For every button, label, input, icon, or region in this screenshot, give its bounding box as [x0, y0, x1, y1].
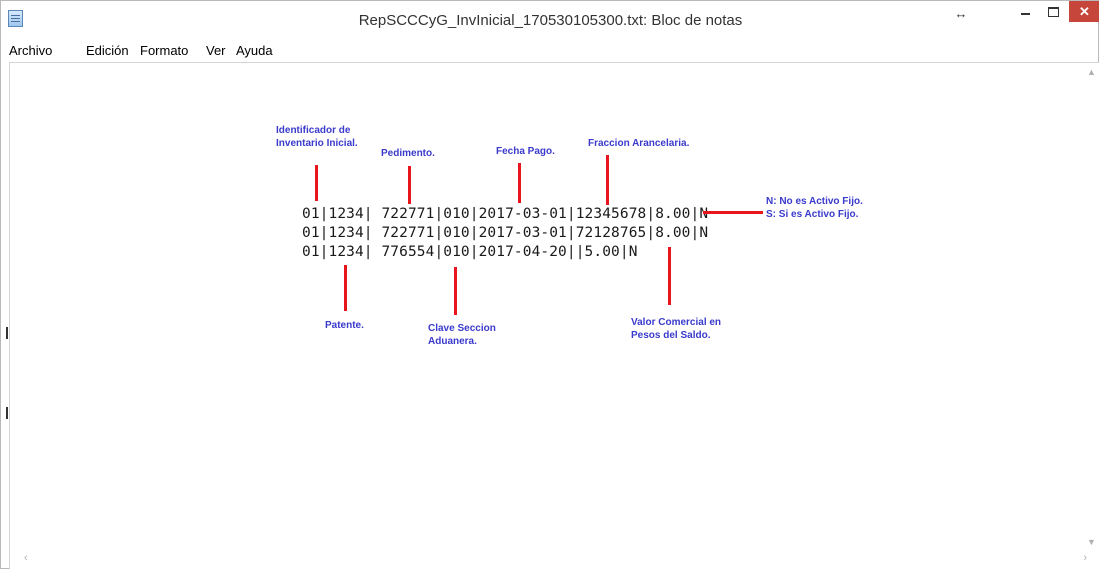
annotation-identificador: Identificador de Inventario Inicial. [276, 124, 358, 150]
annotation-pointer [606, 155, 609, 205]
document-line[interactable]: 01|1234| 722771|010|2017-03-01|12345678|… [302, 206, 708, 222]
annotation-pedimento: Pedimento. [381, 148, 435, 159]
annotation-text: Valor Comercial en [631, 317, 722, 328]
annotation-pointer [408, 166, 411, 204]
annotation-pointer [668, 247, 671, 305]
left-edge-marker [6, 407, 8, 419]
annotation-fraccion: Fraccion Arancelaria. [588, 138, 690, 149]
annotation-clave: Clave Seccion Aduanera. [428, 322, 496, 348]
chevron-left-icon[interactable]: ‹ [24, 552, 28, 564]
annotation-text: N: No es Activo Fijo. [766, 196, 863, 207]
annotation-text: Pesos del Saldo. [631, 330, 711, 341]
title-bar[interactable]: RepSCCCyG_InvInicial_170530105300.txt: B… [1, 1, 1099, 41]
menu-edicion[interactable]: Edición [86, 43, 129, 58]
annotation-pointer [315, 165, 318, 201]
horizontal-scrollbar[interactable]: ‹ › [10, 549, 1099, 569]
annotation-pointer [454, 267, 457, 315]
annotation-activo: N: No es Activo Fijo. S: Si es Activo Fi… [766, 195, 863, 221]
annotation-pointer [344, 265, 347, 311]
chevron-up-icon[interactable]: ▲ [1087, 67, 1096, 77]
document-line[interactable]: 01|1234| 776554|010|2017-04-20||5.00|N [302, 244, 638, 260]
chevron-down-icon[interactable]: ▼ [1087, 537, 1096, 547]
annotation-text: Clave Seccion [428, 323, 496, 334]
document-line[interactable]: 01|1234| 722771|010|2017-03-01|72128765|… [302, 225, 708, 241]
annotation-patente: Patente. [325, 320, 364, 331]
annotation-valor: Valor Comercial en Pesos del Saldo. [631, 316, 721, 342]
annotation-fecha: Fecha Pago. [496, 146, 555, 157]
maximize-icon [1047, 7, 1059, 17]
vertical-scrollbar[interactable]: ▲ ▼ [1083, 63, 1099, 549]
minimize-button[interactable] [1012, 1, 1038, 23]
chevron-right-icon[interactable]: › [1083, 552, 1087, 564]
annotation-text: Aduanera. [428, 336, 477, 347]
annotation-text: Inventario Inicial. [276, 138, 358, 149]
menu-formato[interactable]: Formato [140, 43, 188, 58]
notepad-window: RepSCCCyG_InvInicial_170530105300.txt: B… [0, 0, 1099, 569]
window-title: RepSCCCyG_InvInicial_170530105300.txt: B… [358, 12, 743, 29]
menu-ayuda[interactable]: Ayuda [236, 43, 273, 58]
minimize-icon [1020, 13, 1030, 15]
menu-ver[interactable]: Ver [206, 43, 226, 58]
annotation-pointer [518, 163, 521, 203]
left-edge-marker [6, 327, 8, 339]
maximize-button[interactable] [1040, 1, 1066, 23]
annotation-text: S: Si es Activo Fijo. [766, 209, 859, 220]
text-editor[interactable]: ▲ ▼ ‹ › [9, 62, 1099, 569]
resize-icon[interactable]: ↔ [950, 3, 972, 25]
annotation-pointer [703, 211, 763, 214]
annotation-text: Identificador de [276, 125, 351, 136]
menu-bar: Archivo Edición Formato Ver Ayuda [1, 41, 1098, 61]
close-button[interactable]: ✕ [1069, 1, 1099, 22]
menu-archivo[interactable]: Archivo [9, 43, 52, 58]
